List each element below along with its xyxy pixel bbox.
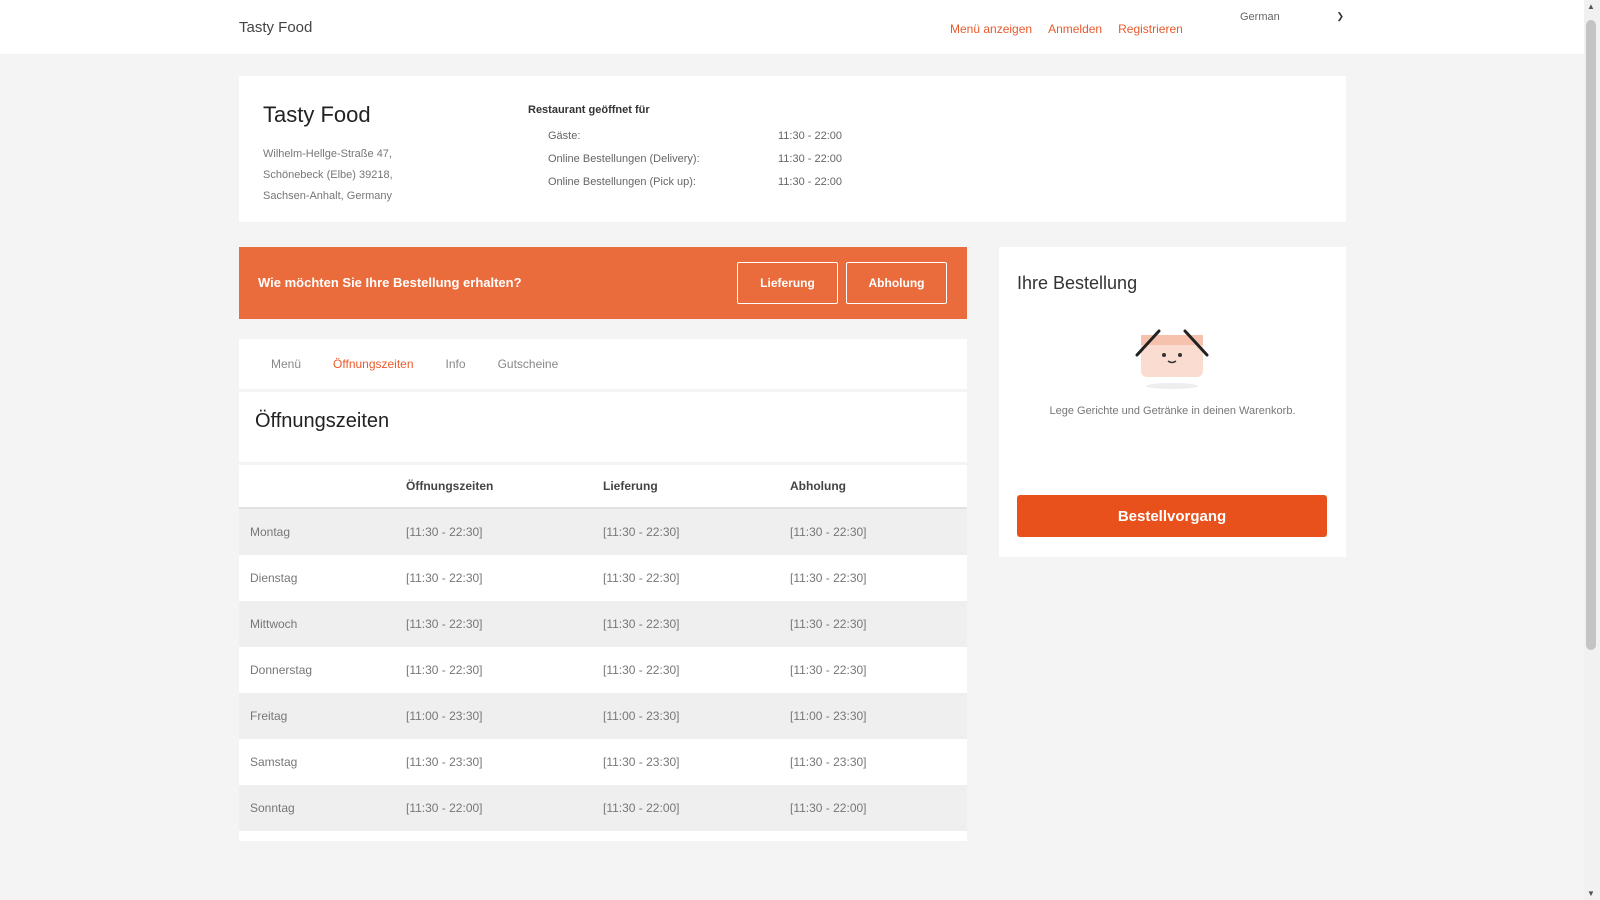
tab-menu[interactable]: Menü — [271, 357, 301, 371]
delivery-cell: [11:30 - 22:30] — [603, 571, 680, 585]
brand-logo-text[interactable]: Tasty Food — [239, 19, 312, 36]
open-hours-heading: Restaurant geöffnet für — [528, 104, 650, 116]
opening-cell: [11:30 - 23:30] — [406, 755, 483, 769]
opening-hours-section: Öffnungszeiten — [239, 392, 967, 462]
open-hours-time: 11:30 - 22:00 — [778, 152, 843, 165]
opening-cell: [11:30 - 22:00] — [406, 801, 483, 815]
nav-links: Menü anzeigen Anmelden Registrieren — [950, 22, 1183, 36]
scrollbar-thumb[interactable] — [1586, 20, 1596, 650]
top-navbar: Tasty Food Menü anzeigen Anmelden Regist… — [0, 0, 1584, 54]
language-value: German — [1240, 11, 1280, 23]
open-hours-row: Gäste: 11:30 - 22:00 — [548, 124, 842, 147]
delivery-cell: [11:30 - 22:30] — [603, 525, 680, 539]
opening-cell: [11:30 - 22:30] — [406, 571, 483, 585]
order-heading: Ihre Bestellung — [1017, 273, 1138, 293]
table-footer — [239, 831, 967, 841]
chevron-down-icon: ❯ — [1336, 11, 1344, 21]
table-row: Donnerstag [11:30 - 22:30] [11:30 - 22:3… — [239, 647, 967, 693]
delivery-cell: [11:00 - 23:30] — [603, 709, 680, 723]
table-row: Freitag [11:00 - 23:30] [11:00 - 23:30] … — [239, 693, 967, 739]
open-hours-label: Online Bestellungen (Delivery): — [548, 152, 700, 165]
day-cell: Samstag — [250, 755, 298, 769]
restaurant-address: Wilhelm-Hellge-Straße 47, Schönebeck (El… — [263, 144, 483, 207]
day-cell: Donnerstag — [250, 663, 313, 677]
tab-opening-hours[interactable]: Öffnungszeiten — [333, 357, 414, 371]
pickup-button[interactable]: Abholung — [846, 262, 947, 304]
delivery-cell: [11:30 - 22:30] — [603, 617, 680, 631]
open-hours-time: 11:30 - 22:00 — [778, 129, 843, 142]
day-cell: Mittwoch — [250, 617, 298, 631]
scroll-up-arrow-icon[interactable]: ▲ — [1587, 2, 1595, 11]
table-row: Dienstag [11:30 - 22:30] [11:30 - 22:30]… — [239, 555, 967, 601]
open-hours-time: 11:30 - 22:00 — [778, 175, 843, 188]
open-hours-label: Gäste: — [548, 129, 581, 142]
pickup-cell: [11:30 - 22:00] — [790, 801, 867, 815]
open-hours-row: Online Bestellungen (Delivery): 11:30 - … — [548, 147, 842, 170]
open-hours-label: Online Bestellungen (Pick up): — [548, 175, 696, 188]
delivery-button[interactable]: Lieferung — [737, 262, 838, 304]
pickup-cell: [11:30 - 22:30] — [790, 525, 867, 539]
pickup-cell: [11:30 - 23:30] — [790, 755, 867, 769]
opening-cell: [11:00 - 23:30] — [406, 709, 483, 723]
pickup-cell: [11:30 - 22:30] — [790, 617, 867, 631]
restaurant-tabs: Menü Öffnungszeiten Info Gutscheine — [239, 339, 967, 389]
nav-link-login[interactable]: Anmelden — [1048, 22, 1102, 36]
day-cell: Dienstag — [250, 571, 298, 585]
address-line: Wilhelm-Hellge-Straße 47, — [263, 148, 392, 160]
delivery-cell: [11:30 - 22:30] — [603, 663, 680, 677]
open-hours-list: Gäste: 11:30 - 22:00 Online Bestellungen… — [548, 124, 842, 193]
table-header: Öffnungszeiten Lieferung Abholung — [239, 465, 967, 509]
order-type-banner: Wie möchten Sie Ihre Bestellung erhalten… — [239, 247, 967, 319]
language-select[interactable]: German ❯ — [1240, 11, 1344, 29]
pickup-cell: [11:30 - 22:30] — [790, 663, 867, 677]
restaurant-info-card: Tasty Food Wilhelm-Hellge-Straße 47, Sch… — [239, 76, 1346, 222]
pickup-cell: [11:00 - 23:30] — [790, 709, 867, 723]
opening-cell: [11:30 - 22:30] — [406, 525, 483, 539]
order-type-question: Wie möchten Sie Ihre Bestellung erhalten… — [258, 275, 522, 290]
table-row: Sonntag [11:30 - 22:00] [11:30 - 22:00] … — [239, 785, 967, 831]
address-line: Sachsen-Anhalt, Germany — [263, 190, 393, 202]
delivery-cell: [11:30 - 23:30] — [603, 755, 680, 769]
empty-basket-icon — [1133, 325, 1211, 391]
tab-info[interactable]: Info — [446, 357, 466, 371]
scroll-down-arrow-icon[interactable]: ▼ — [1587, 889, 1595, 898]
page-scrollbar[interactable]: ▲ ▼ — [1584, 0, 1600, 900]
table-body: Montag [11:30 - 22:30] [11:30 - 22:30] [… — [239, 509, 967, 831]
tab-vouchers[interactable]: Gutscheine — [498, 357, 559, 371]
table-row: Samstag [11:30 - 23:30] [11:30 - 23:30] … — [239, 739, 967, 785]
day-cell: Sonntag — [250, 801, 295, 815]
day-cell: Freitag — [250, 709, 288, 723]
column-header-opening: Öffnungszeiten — [406, 479, 494, 493]
opening-cell: [11:30 - 22:30] — [406, 663, 483, 677]
open-hours-row: Online Bestellungen (Pick up): 11:30 - 2… — [548, 170, 842, 193]
table-row: Mittwoch [11:30 - 22:30] [11:30 - 22:30]… — [239, 601, 967, 647]
table-row: Montag [11:30 - 22:30] [11:30 - 22:30] [… — [239, 509, 967, 555]
order-summary-card: Ihre Bestellung Lege Gerichte und Geträn… — [999, 247, 1346, 557]
pickup-cell: [11:30 - 22:30] — [790, 571, 867, 585]
nav-link-register[interactable]: Registrieren — [1118, 22, 1183, 36]
nav-link-show-menu[interactable]: Menü anzeigen — [950, 22, 1032, 36]
opening-cell: [11:30 - 22:30] — [406, 617, 483, 631]
column-header-pickup: Abholung — [790, 479, 846, 493]
empty-cart-message: Lege Gerichte und Getränke in deinen War… — [1049, 405, 1296, 417]
opening-hours-table: Öffnungszeiten Lieferung Abholung Montag… — [239, 465, 967, 841]
section-title: Öffnungszeiten — [255, 410, 390, 432]
address-line: Schönebeck (Elbe) 39218, — [263, 169, 393, 181]
checkout-button[interactable]: Bestellvorgang — [1017, 495, 1327, 537]
day-cell: Montag — [250, 525, 291, 539]
column-header-delivery: Lieferung — [603, 479, 658, 493]
restaurant-name: Tasty Food — [263, 102, 371, 127]
delivery-cell: [11:30 - 22:00] — [603, 801, 680, 815]
